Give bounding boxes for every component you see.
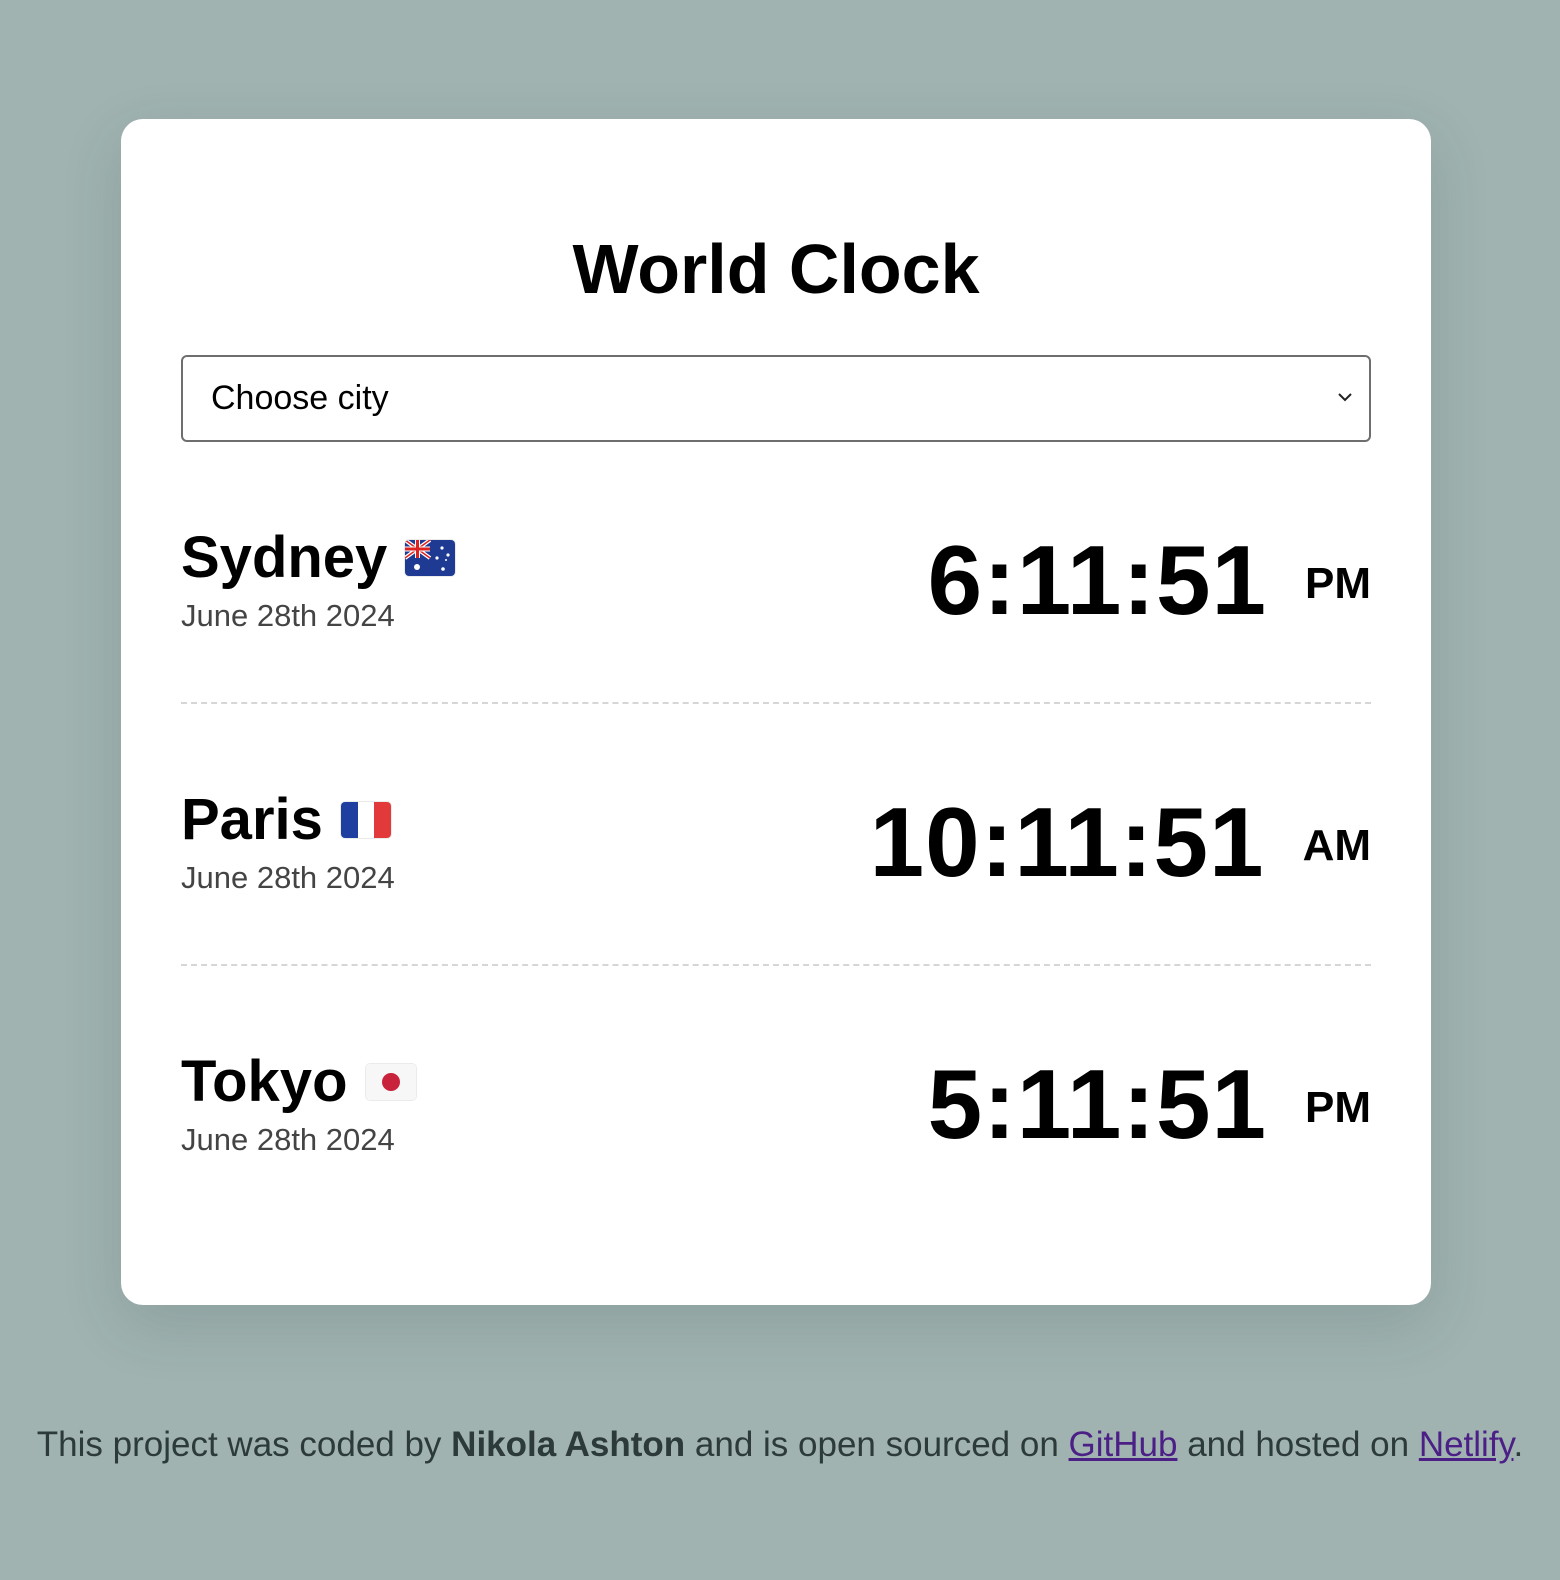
- city-ampm: PM: [1305, 1083, 1371, 1132]
- france-flag-icon: [340, 802, 391, 838]
- australia-flag-icon: [405, 540, 456, 576]
- footer-prefix: This project was coded by: [36, 1425, 442, 1464]
- city-name: Sydney: [181, 525, 388, 590]
- city-time: 5:11:51: [927, 1049, 1267, 1159]
- github-link[interactable]: GitHub: [1069, 1425, 1178, 1464]
- city-row-tokyo: Tokyo June 28th 2024 5:11:51 PM: [181, 966, 1371, 1226]
- city-ampm: AM: [1302, 821, 1371, 870]
- city-select-value: Choose city: [211, 379, 389, 417]
- netlify-link[interactable]: Netlify: [1419, 1425, 1514, 1464]
- footer-middle: and is open sourced on: [694, 1425, 1059, 1464]
- page-title: World Clock: [572, 230, 980, 308]
- city-date: June 28th 2024: [181, 598, 395, 633]
- footer-suffix: .: [1513, 1425, 1524, 1464]
- city-row-sydney: Sydney June 28th 2024 6:11:51 PM: [181, 442, 1371, 702]
- city-time: 10:11:51: [869, 787, 1265, 897]
- city-select[interactable]: Choose city: [181, 355, 1371, 442]
- footer: This project was coded by Nikola Ashton …: [0, 1425, 1560, 1465]
- world-clock-card: World Clock Choose city Sydney June 28th…: [121, 119, 1431, 1305]
- chevron-down-icon: [1338, 393, 1352, 402]
- city-time: 6:11:51: [927, 525, 1267, 635]
- footer-author: Nikola Ashton: [451, 1425, 686, 1464]
- city-date: June 28th 2024: [181, 860, 395, 895]
- japan-flag-icon: [365, 1064, 416, 1100]
- city-ampm: PM: [1305, 559, 1371, 608]
- city-name: Paris: [181, 787, 323, 852]
- city-date: June 28th 2024: [181, 1122, 395, 1157]
- city-name: Tokyo: [181, 1049, 348, 1114]
- footer-middle2: and hosted on: [1187, 1425, 1410, 1464]
- city-row-paris: Paris June 28th 2024 10:11:51 AM: [181, 704, 1371, 964]
